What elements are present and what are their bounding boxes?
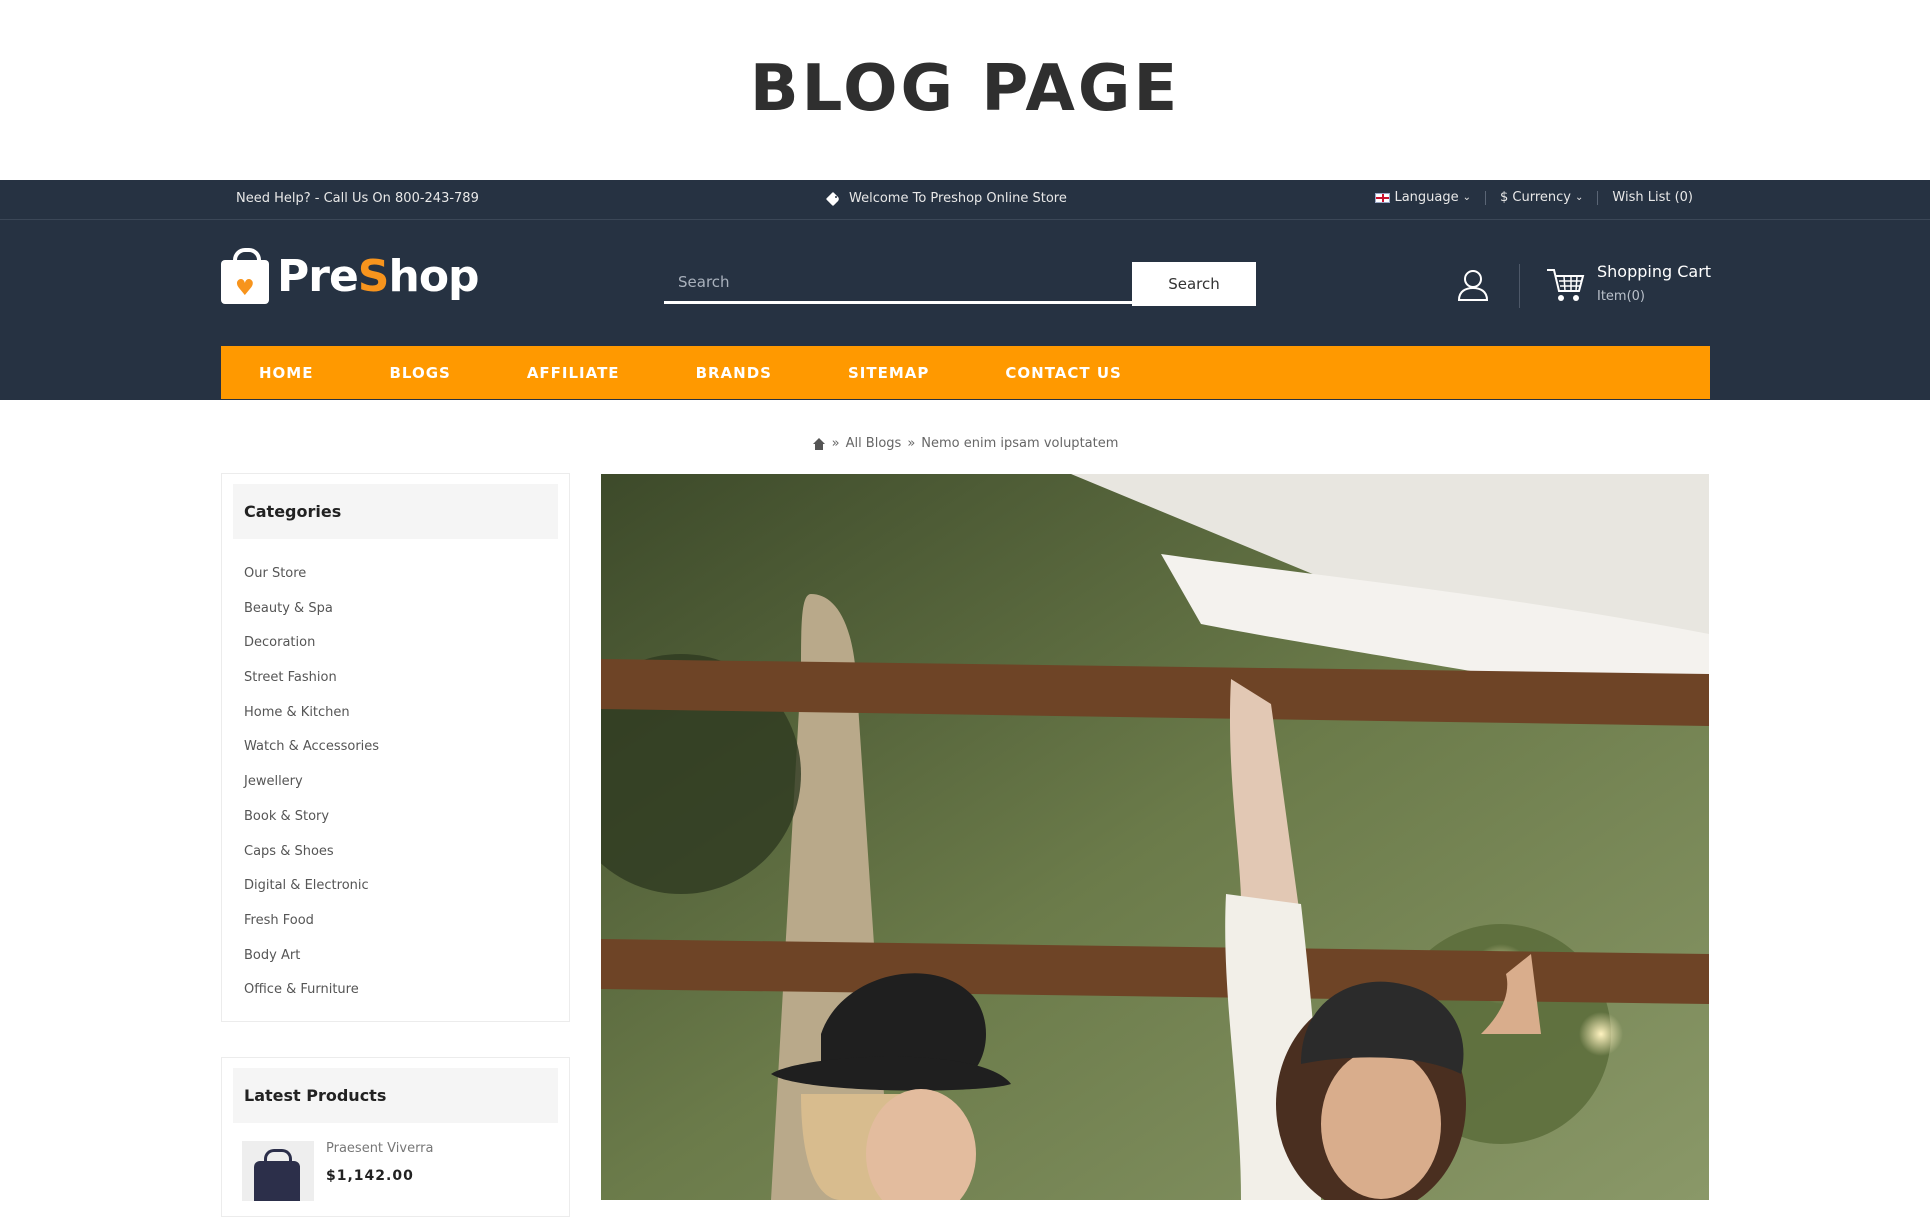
currency-dropdown[interactable]: $ Currency ⌄ [1486, 190, 1597, 205]
category-item[interactable]: Jewellery [244, 765, 569, 800]
help-phone-text: Need Help? - Call Us On 800-243-789 [236, 191, 479, 206]
breadcrumb-separator: » [831, 436, 840, 451]
welcome-message: Welcome To Preshop Online Store [828, 191, 1067, 206]
category-item[interactable]: Beauty & Spa [244, 592, 569, 627]
main-nav: HOME BLOGS AFFILIATE BRANDS SITEMAP CONT… [221, 346, 1710, 399]
product-name[interactable]: Praesent Viverra [326, 1141, 434, 1156]
divider [1519, 264, 1520, 308]
latest-product-item[interactable]: Praesent Viverra $1,142.00 [242, 1141, 569, 1201]
blog-photo-illustration [601, 474, 1709, 1200]
category-item[interactable]: Street Fashion [244, 661, 569, 696]
search-form: Search [664, 262, 1256, 306]
page-title: BLOG PAGE [749, 52, 1181, 126]
logo-text: PreShop [277, 250, 480, 302]
cart-title: Shopping Cart [1597, 262, 1712, 281]
shopping-bag-logo-icon: ♥ [221, 248, 269, 304]
main-header: ♥ PreShop Search Shopping Cart Item(0) [0, 220, 1930, 346]
latest-products-heading: Latest Products [233, 1068, 558, 1123]
top-bar: Need Help? - Call Us On 800-243-789 Welc… [0, 180, 1930, 220]
language-label: Language [1394, 190, 1459, 205]
category-item[interactable]: Decoration [244, 626, 569, 661]
cart-summary[interactable]: Shopping Cart Item(0) [1597, 262, 1711, 304]
search-button[interactable]: Search [1132, 262, 1256, 306]
site-logo[interactable]: ♥ PreShop [221, 248, 480, 304]
wishlist-link[interactable]: Wish List (0) [1598, 190, 1707, 205]
page-banner: BLOG PAGE [0, 0, 1930, 180]
breadcrumb: » All Blogs » Nemo enim ipsam voluptatem [0, 436, 1930, 451]
uk-flag-icon [1375, 192, 1391, 203]
category-item[interactable]: Office & Furniture [244, 973, 569, 1008]
nav-affiliate[interactable]: AFFILIATE [527, 364, 620, 382]
breadcrumb-current: Nemo enim ipsam voluptatem [921, 436, 1119, 451]
welcome-text: Welcome To Preshop Online Store [849, 191, 1067, 206]
category-list: Our Store Beauty & Spa Decoration Street… [222, 557, 569, 1018]
nav-brands[interactable]: BRANDS [696, 364, 772, 382]
categories-panel: Categories Our Store Beauty & Spa Decora… [221, 473, 570, 1022]
nav-contact-us[interactable]: CONTACT US [1005, 364, 1121, 382]
chevron-down-icon: ⌄ [1575, 192, 1584, 203]
chevron-down-icon: ⌄ [1462, 192, 1472, 203]
cart-count: Item(0) [1597, 289, 1646, 304]
blog-featured-image [601, 474, 1709, 1200]
tag-icon [828, 193, 841, 205]
language-dropdown[interactable]: Language ⌄ [1361, 190, 1485, 205]
category-item[interactable]: Home & Kitchen [244, 696, 569, 731]
categories-heading: Categories [233, 484, 558, 539]
category-item[interactable]: Watch & Accessories [244, 730, 569, 765]
wishlist-label: Wish List (0) [1612, 190, 1693, 205]
product-price: $1,142.00 [326, 1168, 414, 1184]
category-item[interactable]: Body Art [244, 939, 569, 974]
shopping-cart-icon[interactable] [1545, 267, 1585, 303]
nav-home[interactable]: HOME [259, 364, 313, 382]
category-item[interactable]: Digital & Electronic [244, 869, 569, 904]
product-thumbnail[interactable] [242, 1141, 314, 1201]
breadcrumb-separator: » [907, 436, 916, 451]
nav-sitemap[interactable]: SITEMAP [848, 364, 929, 382]
site-header: Need Help? - Call Us On 800-243-789 Welc… [0, 180, 1930, 400]
latest-products-panel: Latest Products Praesent Viverra $1,142.… [221, 1057, 570, 1217]
home-icon[interactable] [812, 437, 826, 450]
category-item[interactable]: Fresh Food [244, 904, 569, 939]
user-account-icon[interactable] [1456, 268, 1490, 302]
search-input[interactable] [664, 262, 1132, 304]
category-item[interactable]: Our Store [244, 557, 569, 592]
currency-label: $ Currency [1500, 190, 1571, 205]
category-item[interactable]: Book & Story [244, 800, 569, 835]
top-bar-links: Language ⌄ $ Currency ⌄ Wish List (0) [1361, 190, 1707, 205]
category-item[interactable]: Caps & Shoes [244, 835, 569, 870]
nav-blogs[interactable]: BLOGS [389, 364, 450, 382]
breadcrumb-all-blogs[interactable]: All Blogs [846, 436, 902, 451]
